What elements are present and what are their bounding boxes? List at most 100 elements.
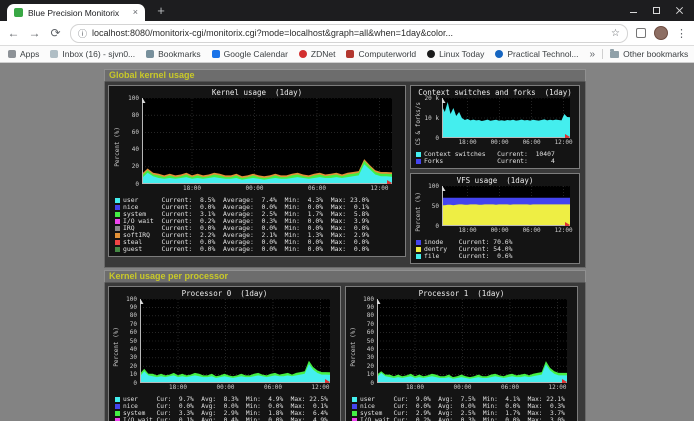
back-icon[interactable]: ← [7,27,20,39]
legend-text: user Cur: 9.7% Avg: 8.3% Min: 4.9% Max: … [123,396,328,403]
bookmark-label: Bookmarks [158,49,201,59]
other-bookmarks-button[interactable]: Other bookmarks [610,49,688,59]
bookmark-item[interactable]: Bookmarks [146,49,201,59]
section-title: Kernel usage per processor [105,271,585,282]
y-tick-label: 80 [120,313,137,319]
y-tick-label: 20 [357,364,374,370]
section-header: Global kernel usage [104,69,586,82]
y-tick-label: 10 k [422,116,439,122]
y-tick-label: 100 [357,297,374,303]
graph-vfs-usage[interactable]: VFS usage (1day)Percent (%)05010018:0000… [410,173,580,264]
x-tick-label: 00:00 [488,227,512,234]
bookmark-item[interactable]: Inbox (16) - sjvn0... [50,49,135,59]
window-minimize-button[interactable] [629,6,638,15]
plot-canvas [442,186,570,226]
legend-color-swatch [416,159,421,164]
tab-strip: Blue Precision Monitorix × + [0,0,694,21]
y-axis-label: CS & forks/s [414,98,422,149]
graph-legend: user Cur: 9.7% Avg: 8.3% Min: 4.9% Max: … [113,396,336,421]
new-tab-button[interactable]: + [153,3,169,19]
y-tick-label: 100 [422,184,439,190]
y-tick-label: 0 [357,381,374,387]
browser-tab[interactable]: Blue Precision Monitorix × [7,4,145,21]
legend-color-swatch [416,152,421,157]
graph-legend: user Current: 8.5% Average: 7.4% Min: 4.… [113,197,401,253]
plot-canvas [377,299,567,383]
y-tick-label: 40 [122,147,139,153]
plot-region: 010203040506070809010018:0000:0006:0012:… [357,299,573,394]
y-tick-label: 10 [120,372,137,378]
tab-close-icon[interactable]: × [133,8,138,17]
url-text[interactable]: localhost:8080/monitorix-cgi/monitorix.c… [92,28,606,38]
computerworld-icon [346,50,354,58]
y-tick-label: 40 [120,347,137,353]
graph-title: Kernel usage (1day) [113,88,401,98]
graph-context-switches[interactable]: Context switches and forks (1day)CS & fo… [410,85,580,169]
legend-text: user Cur: 9.0% Avg: 7.5% Min: 4.1% Max: … [360,396,565,403]
x-tick-label: 12:00 [309,384,333,391]
legend-color-swatch [115,233,120,238]
y-tick-label: 0 [422,136,439,142]
y-axis-label: Percent (%) [350,299,357,394]
bookmark-item[interactable]: Apps [8,49,39,59]
section-body: Kernel usage (1day)Percent (%)0204060801… [104,82,586,268]
graph-kernel-usage[interactable]: Kernel usage (1day)Percent (%)0204060801… [108,85,406,257]
y-axis-label: Percent (%) [113,98,122,195]
x-tick-label: 18:00 [403,384,427,391]
forward-icon[interactable]: → [28,27,41,39]
graph-legend: user Cur: 9.0% Avg: 7.5% Min: 4.1% Max: … [350,396,573,421]
bookmark-star-icon[interactable]: ☆ [611,28,620,39]
x-tick-label: 12:00 [546,384,570,391]
legend-color-swatch [115,205,120,210]
bookmark-label: ZDNet [311,49,336,59]
bookmark-label: Inbox (16) - sjvn0... [62,49,135,59]
bookmark-item[interactable]: Google Calendar [212,49,288,59]
graph-processor-0[interactable]: Processor 0 (1day)Percent (%)01020304050… [108,286,341,421]
x-tick-label: 00:00 [488,139,512,146]
address-bar[interactable]: ⓘ localhost:8080/monitorix-cgi/monitorix… [70,24,628,43]
y-tick-label: 30 [357,355,374,361]
legend-row: nice Cur: 0.0% Avg: 0.0% Min: 0.0% Max: … [115,403,336,410]
site-icon [495,50,503,58]
y-tick-label: 50 [422,204,439,210]
legend-row: user Cur: 9.7% Avg: 8.3% Min: 4.9% Max: … [115,396,336,403]
x-tick-label: 00:00 [451,384,475,391]
plot-canvas [442,98,570,138]
graph-processor-1[interactable]: Processor 1 (1day)Percent (%)01020304050… [345,286,578,421]
plot-region: 010 k20 k18:0000:0006:0012:00 [422,98,576,149]
x-tick-label: 18:00 [456,227,480,234]
bookmark-item[interactable]: Linux Today [427,49,484,59]
penguin-icon [427,50,435,58]
y-tick-label: 20 [122,164,139,170]
reload-icon[interactable]: ⟳ [49,27,62,39]
plot-canvas [142,98,392,184]
graph-legend: inode Current: 70.6%dentry Current: 54.0… [414,239,576,260]
divider [602,49,603,59]
x-tick-label: 06:00 [520,139,544,146]
bookmark-item[interactable]: ZDNet [299,49,336,59]
window-controls [629,6,684,15]
x-tick-label: 06:00 [498,384,522,391]
bookmarks-overflow-icon[interactable]: » [590,49,596,60]
y-tick-label: 80 [122,113,139,119]
x-tick-label: 06:00 [261,384,285,391]
y-tick-label: 0 [422,224,439,230]
y-tick-label: 50 [357,339,374,345]
y-tick-label: 100 [120,297,137,303]
y-tick-label: 0 [122,182,139,188]
bookmark-item[interactable]: Computerworld [346,49,416,59]
page-info-icon[interactable]: ⓘ [78,27,87,40]
legend-text: system Cur: 3.3% Avg: 2.9% Min: 1.8% Max… [123,410,328,417]
browser-menu-icon[interactable]: ⋮ [676,27,687,40]
window-maximize-button[interactable] [652,6,661,15]
x-tick-label: 00:00 [243,185,267,192]
extension-icon[interactable] [636,28,646,38]
calendar-icon [212,50,220,58]
y-tick-label: 40 [357,347,374,353]
profile-avatar[interactable] [654,26,668,40]
bookmark-item[interactable]: Practical Technol... [495,49,578,59]
window-close-button[interactable] [675,6,684,15]
graph-title: Processor 0 (1day) [113,289,336,299]
section-title: Global kernel usage [105,70,585,81]
y-tick-label: 60 [120,330,137,336]
